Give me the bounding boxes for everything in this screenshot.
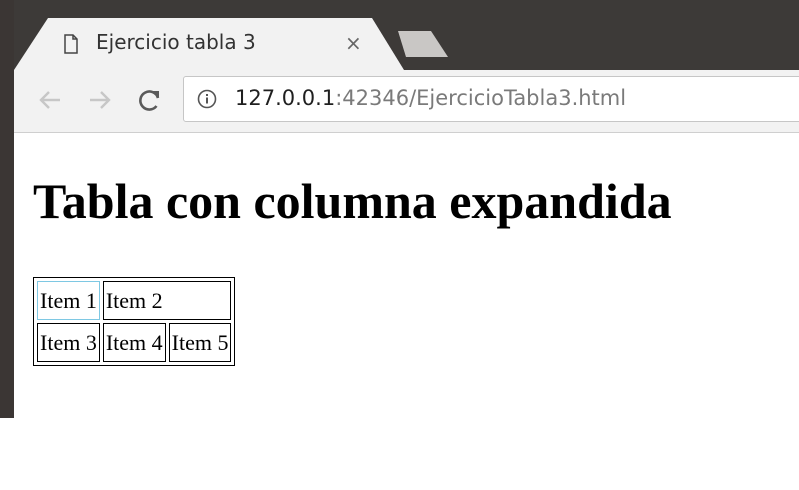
table-row: Item 1 Item 2 <box>37 281 232 320</box>
address-url[interactable]: 127.0.0.1:42346/EjercicioTabla3.html <box>235 86 626 110</box>
page-icon <box>64 34 78 54</box>
page-heading: Tabla con columna expandida <box>33 173 672 229</box>
table-row: Item 3 Item 4 Item 5 <box>37 323 232 362</box>
table-cell: Item 5 <box>168 323 232 362</box>
browser-window: Ejercicio tabla 3 × 127.0.0.1:42346/Ejer… <box>0 0 799 418</box>
url-host: 127.0.0.1 <box>235 86 336 110</box>
back-arrow-icon[interactable] <box>36 86 64 114</box>
reload-icon[interactable] <box>136 86 164 114</box>
table-cell: Item 4 <box>102 323 166 362</box>
table-cell: Item 1 <box>37 281 100 320</box>
tab-title: Ejercicio tabla 3 <box>96 30 256 54</box>
close-tab-icon[interactable]: × <box>345 30 362 56</box>
info-icon[interactable] <box>197 89 217 109</box>
table-cell: Item 3 <box>37 323 100 362</box>
url-path: :42346/EjercicioTabla3.html <box>335 86 627 110</box>
items-table: Item 1 Item 2 Item 3 Item 4 Item 5 <box>33 277 236 366</box>
window-left-border <box>0 0 14 418</box>
forward-arrow-icon[interactable] <box>86 86 114 114</box>
table-cell-expanded: Item 2 <box>102 281 232 320</box>
